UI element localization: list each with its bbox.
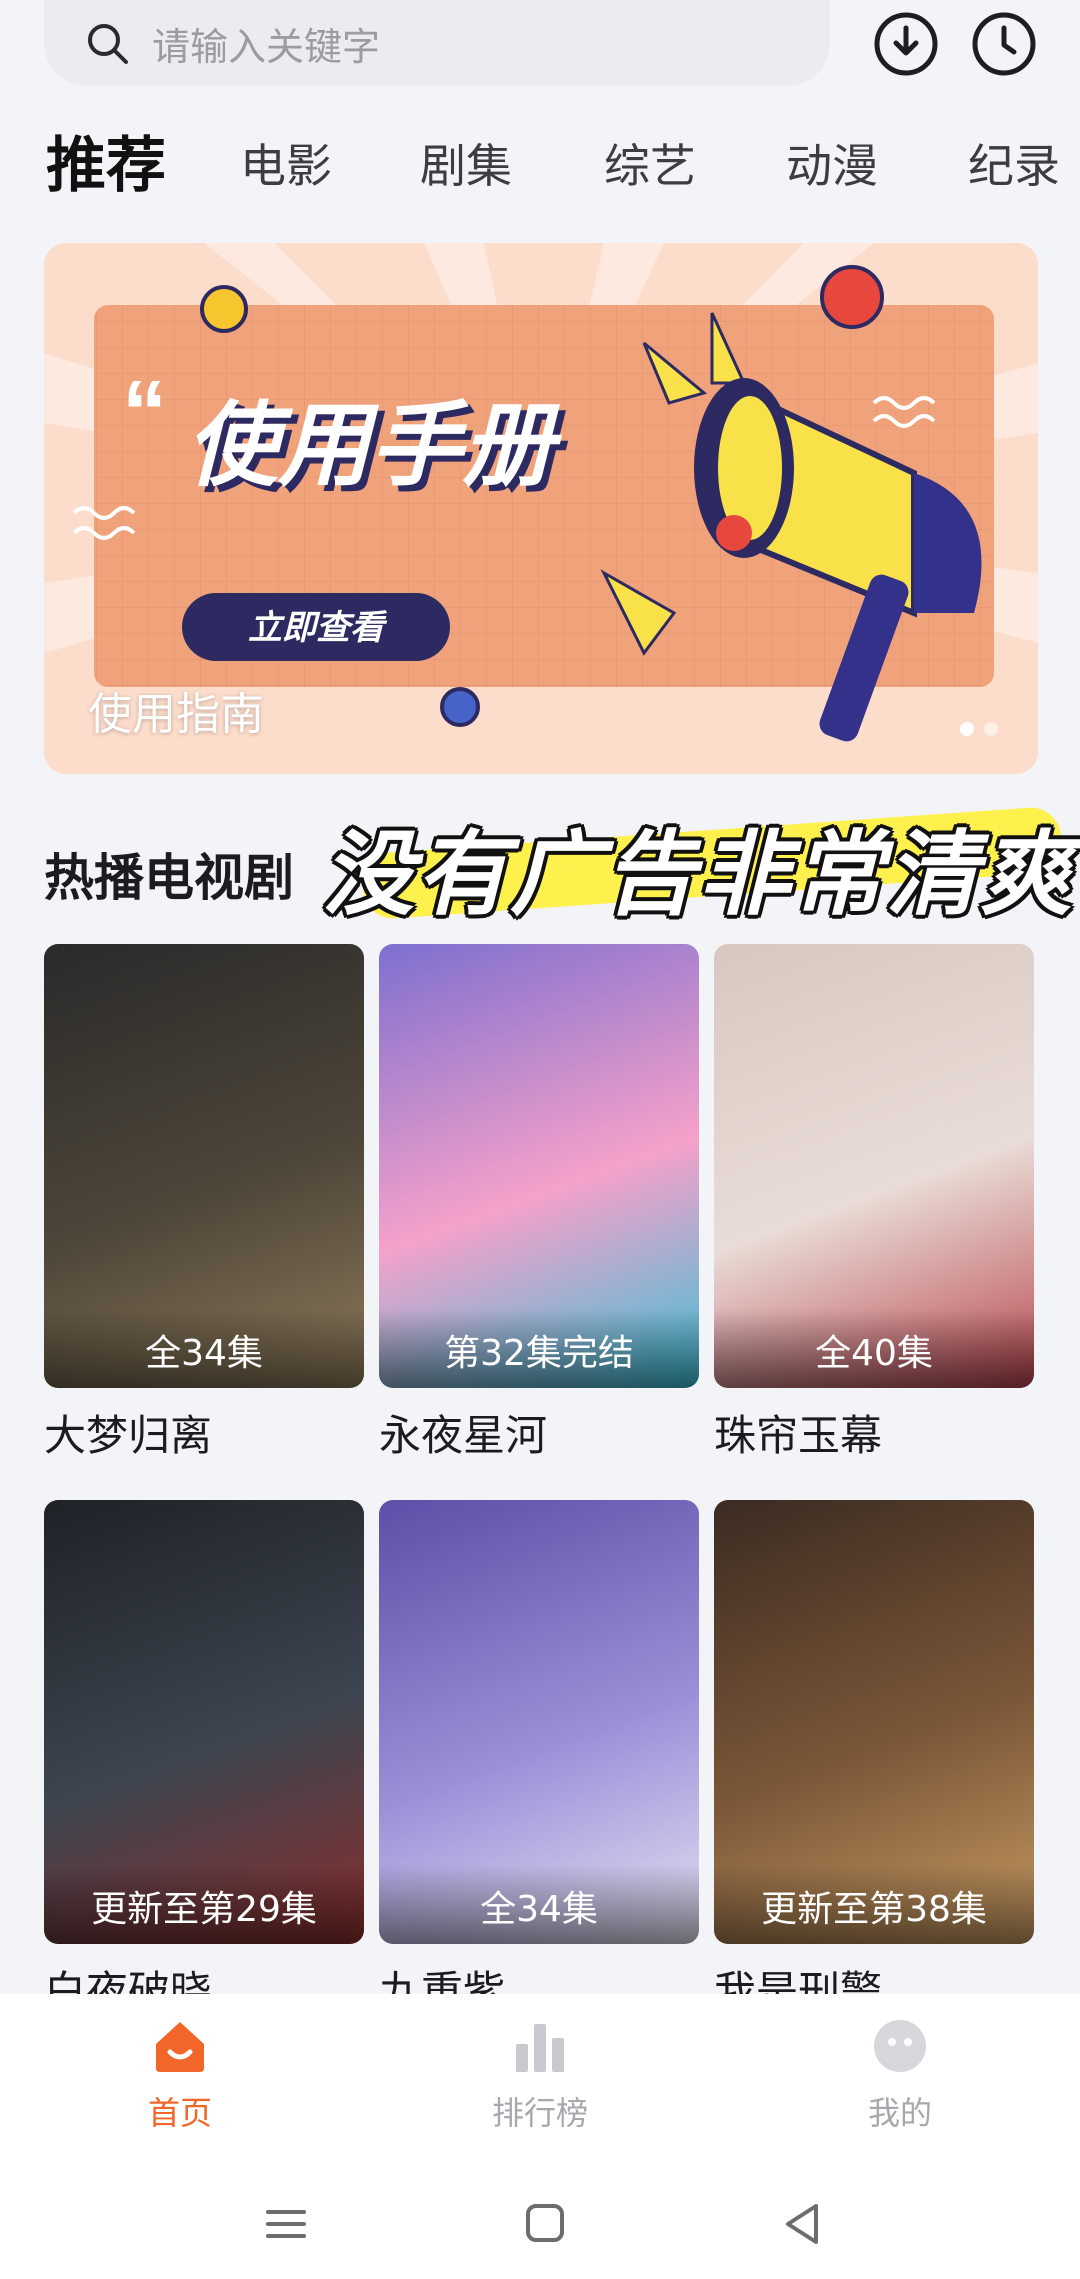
download-icon[interactable]	[870, 8, 942, 80]
search-bar[interactable]: 请输入关键字	[44, 0, 830, 86]
menu-icon[interactable]	[254, 2192, 318, 2256]
tab-variety[interactable]: 综艺	[604, 126, 696, 206]
pagination-dot-active	[960, 722, 974, 736]
drama-card[interactable]: 更新至第29集 白夜破晓	[44, 1500, 364, 2019]
episode-badge: 更新至第29集	[44, 1864, 364, 1944]
banner-pagination	[960, 722, 998, 736]
nav-ranking[interactable]: 排行榜	[440, 2014, 640, 2134]
home-square-icon[interactable]	[512, 2192, 576, 2256]
overlay-caption: 没有广告非常清爽	[322, 821, 1075, 928]
nav-profile[interactable]: 我的	[800, 2014, 1000, 2134]
home-icon	[156, 2022, 204, 2072]
ranking-icon	[516, 2024, 564, 2072]
nav-home-label: 首页	[147, 2094, 212, 2132]
poster-image[interactable]: 更新至第38集	[714, 1500, 1034, 1944]
category-tabs: 推荐 电影 剧集 综艺 动漫 纪录	[0, 126, 1080, 206]
episode-badge: 更新至第38集	[714, 1864, 1034, 1944]
promo-banner[interactable]: “ 使用手册 使用手册 立即查看 使用指南	[44, 243, 1038, 774]
poster-image[interactable]: 全40集	[714, 944, 1034, 1388]
search-placeholder: 请输入关键字	[152, 24, 381, 69]
drama-card[interactable]: 更新至第38集 我是刑警	[714, 1500, 1034, 2019]
pagination-dot	[984, 722, 998, 736]
banner-caption: 使用指南	[88, 689, 264, 740]
banner-cta[interactable]: 立即查看	[248, 608, 388, 648]
drama-card[interactable]: 全40集 珠帘玉幕	[714, 944, 1034, 1463]
episode-badge: 第32集完结	[379, 1308, 699, 1388]
tab-movies[interactable]: 电影	[240, 126, 332, 206]
nav-ranking-label: 排行榜	[491, 2094, 588, 2132]
back-icon[interactable]	[770, 2192, 834, 2256]
banner-headline: 使用手册	[186, 392, 563, 499]
card-title[interactable]: 永夜星河	[379, 1402, 699, 1463]
drama-card[interactable]: 第32集完结 永夜星河	[379, 944, 699, 1463]
episode-badge: 全34集	[379, 1864, 699, 1944]
clock-icon[interactable]	[968, 8, 1040, 80]
drama-card[interactable]: 全34集 大梦归离	[44, 944, 364, 1463]
svg-text:“: “	[122, 363, 167, 463]
caption-overlay: 没有广告非常清爽	[322, 800, 1080, 928]
poster-image[interactable]: 全34集	[379, 1500, 699, 1944]
profile-icon	[874, 2020, 926, 2072]
card-title[interactable]: 珠帘玉幕	[714, 1402, 1034, 1463]
system-nav-bar	[0, 2174, 1080, 2279]
tab-documentary[interactable]: 纪录	[968, 126, 1060, 206]
episode-badge: 全34集	[44, 1308, 364, 1388]
poster-image[interactable]: 更新至第29集	[44, 1500, 364, 1944]
tab-anime[interactable]: 动漫	[786, 126, 878, 206]
poster-image[interactable]: 第32集完结	[379, 944, 699, 1388]
poster-image[interactable]: 全34集	[44, 944, 364, 1388]
tab-recommend[interactable]: 推荐	[46, 126, 166, 206]
drama-card[interactable]: 全34集 九重紫	[379, 1500, 699, 2019]
nav-home[interactable]: 首页	[80, 2014, 280, 2134]
nav-profile-label: 我的	[867, 2094, 932, 2132]
tab-series[interactable]: 剧集	[420, 126, 512, 206]
card-title[interactable]: 大梦归离	[44, 1402, 364, 1463]
episode-badge: 全40集	[714, 1308, 1034, 1388]
section-title: 热播电视剧	[44, 849, 294, 907]
search-icon	[88, 24, 128, 64]
bottom-nav: 首页 排行榜 我的	[0, 1994, 1080, 2174]
